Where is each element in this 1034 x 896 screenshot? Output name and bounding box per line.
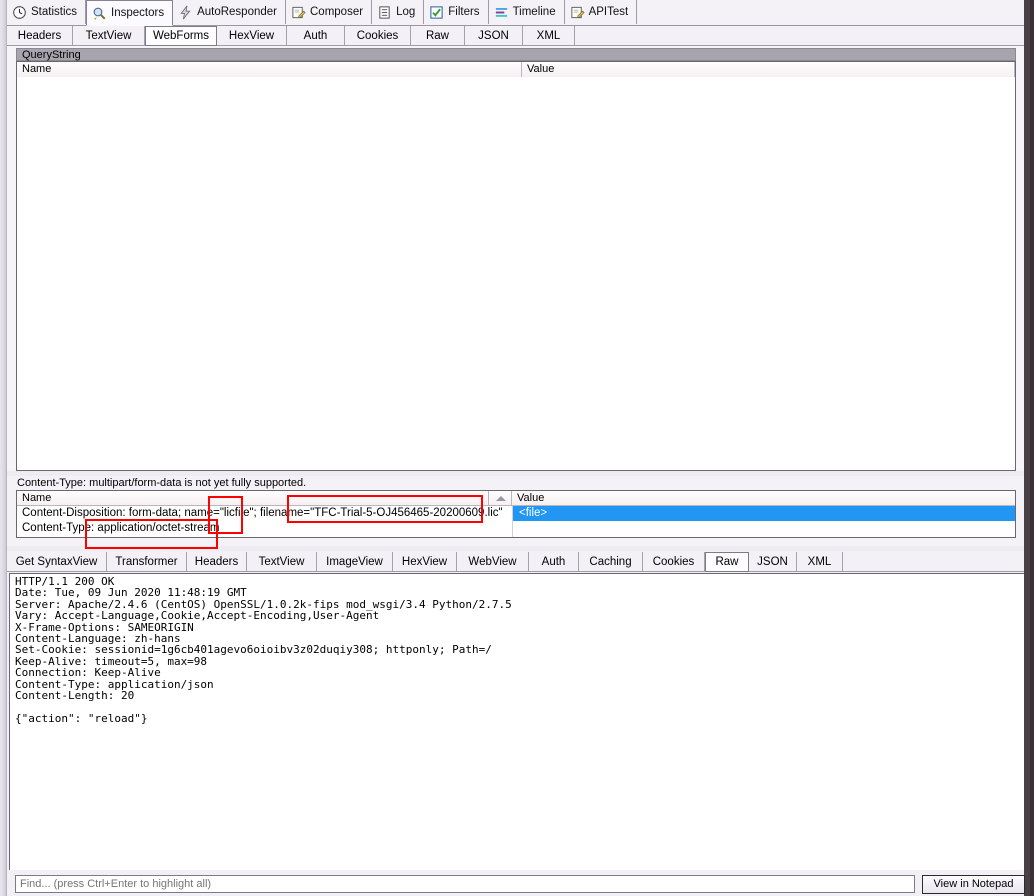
tab-filters[interactable]: Filters <box>424 0 489 24</box>
multipart-name-column: Content-Disposition: form-data; name="li… <box>17 506 513 537</box>
sort-ascending-icon <box>496 496 506 501</box>
table-row[interactable]: Content-Type: application/octet-stream <box>22 521 512 536</box>
list-icon <box>377 5 392 20</box>
response-tab-json[interactable]: JSON <box>749 552 797 571</box>
response-tab-webview[interactable]: WebView <box>457 552 529 571</box>
querystring-section-title: QueryString <box>16 48 1016 61</box>
response-tab-headers[interactable]: Headers <box>187 552 247 571</box>
request-tab-cookies[interactable]: Cookies <box>345 26 411 45</box>
request-tab-xml[interactable]: XML <box>523 26 575 45</box>
response-tab-auth[interactable]: Auth <box>529 552 579 571</box>
response-tab-hexview[interactable]: HexView <box>393 552 457 571</box>
response-statusbar: View in Notepad <box>7 872 1025 896</box>
multipart-sort-indicator-cell[interactable] <box>489 491 512 505</box>
response-tab-xml[interactable]: XML <box>797 552 843 571</box>
multipart-grid[interactable]: Name Value Content-Disposition: form-dat… <box>16 490 1016 538</box>
querystring-column-value[interactable]: Value <box>522 62 1015 77</box>
response-raw-text: HTTP/1.1 200 OK Date: Tue, 09 Jun 2020 1… <box>15 575 512 725</box>
tab-label: Log <box>396 6 416 18</box>
response-tab-caching[interactable]: Caching <box>579 552 643 571</box>
lightning-icon <box>178 5 193 20</box>
tab-label: Statistics <box>31 6 78 18</box>
response-tab-cookies[interactable]: Cookies <box>643 552 705 571</box>
response-inspector-tabstrip[interactable]: Get SyntaxView Transformer Headers TextView… <box>7 552 1024 572</box>
magnifier-icon <box>92 6 107 21</box>
response-tab-get-syntaxview[interactable]: Get SyntaxView <box>7 552 107 571</box>
response-tab-imageview[interactable]: ImageView <box>317 552 393 571</box>
fiddler-window: Statistics Inspectors AutoResponder Compose… <box>0 0 1034 896</box>
tab-log[interactable]: Log <box>372 0 425 24</box>
tab-label: APITest <box>588 6 629 18</box>
pane-resizer-handle[interactable] <box>0 0 7 896</box>
tab-autoresponder[interactable]: AutoResponder <box>173 0 286 24</box>
tab-statistics[interactable]: Statistics <box>7 0 87 24</box>
tab-label: AutoResponder <box>197 6 277 18</box>
tab-label: Timeline <box>512 6 556 18</box>
querystring-grid[interactable]: Name Value <box>16 61 1016 471</box>
response-raw-view[interactable]: HTTP/1.1 200 OK Date: Tue, 09 Jun 2020 1… <box>9 573 1024 870</box>
horizontal-splitter-lower[interactable] <box>7 546 1024 551</box>
main-tabstrip[interactable]: Statistics Inspectors AutoResponder Compose… <box>7 0 1024 26</box>
window-left-rail <box>0 0 7 896</box>
request-tab-auth[interactable]: Auth <box>287 26 345 45</box>
checkbox-icon <box>429 5 444 20</box>
window-right-rail-shadow <box>1030 0 1034 896</box>
multipart-column-value[interactable]: Value <box>512 491 1015 505</box>
tab-composer[interactable]: Composer <box>286 0 373 24</box>
request-tab-raw[interactable]: Raw <box>411 26 465 45</box>
tab-apitest[interactable]: APITest <box>565 0 638 24</box>
pencil-note-icon <box>570 5 585 20</box>
multipart-column-name[interactable]: Name <box>17 491 489 505</box>
response-tab-textview[interactable]: TextView <box>247 552 317 571</box>
request-tab-hexview[interactable]: HexView <box>217 26 287 45</box>
multipart-grid-header: Name Value <box>17 491 1015 506</box>
tab-label: Inspectors <box>111 7 165 19</box>
find-input[interactable] <box>15 875 915 893</box>
tab-inspectors[interactable]: Inspectors <box>86 0 174 26</box>
request-tab-webforms[interactable]: WebForms <box>145 26 217 46</box>
pencil-note-icon <box>291 5 306 20</box>
request-tab-textview[interactable]: TextView <box>73 26 145 45</box>
multipart-grid-body: Content-Disposition: form-data; name="li… <box>17 506 1015 537</box>
tab-label: Composer <box>310 6 364 18</box>
window-right-rail <box>1024 0 1034 896</box>
request-tab-headers[interactable]: Headers <box>7 26 73 45</box>
response-tab-raw[interactable]: Raw <box>705 552 749 572</box>
multipart-body-pane: Content-Type: multipart/form-data is not… <box>7 476 1024 550</box>
tab-label: Filters <box>448 6 480 18</box>
request-webforms-pane: QueryString Name Value <box>7 46 1024 476</box>
table-row[interactable]: Content-Disposition: form-data; name="li… <box>22 506 512 521</box>
querystring-column-name[interactable]: Name <box>17 62 522 77</box>
multipart-unsupported-note: Content-Type: multipart/form-data is not… <box>17 477 307 489</box>
table-row-value-empty[interactable] <box>513 521 1015 536</box>
querystring-grid-header: Name Value <box>17 62 1015 77</box>
clock-icon <box>12 5 27 20</box>
tab-timeline[interactable]: Timeline <box>489 0 565 24</box>
multipart-value-column: <file> <box>513 506 1015 537</box>
view-in-notepad-button[interactable]: View in Notepad <box>922 875 1025 894</box>
response-tab-transformer[interactable]: Transformer <box>107 552 187 571</box>
timeline-bars-icon <box>494 5 509 20</box>
request-tab-json[interactable]: JSON <box>465 26 523 45</box>
table-row-value-selected[interactable]: <file> <box>513 506 1015 521</box>
request-inspector-tabstrip[interactable]: Headers TextView WebForms HexView Auth Cookie… <box>7 26 1024 46</box>
